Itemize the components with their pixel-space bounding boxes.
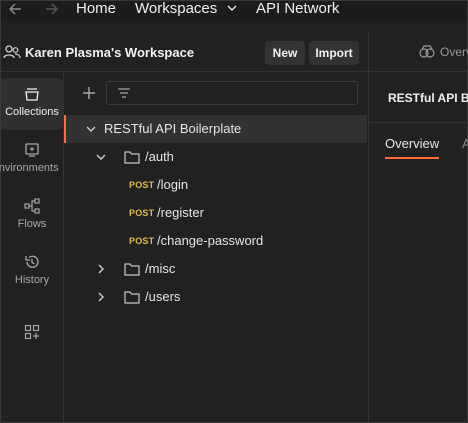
tab-authorization[interactable]: A xyxy=(462,136,468,151)
import-button[interactable]: Import xyxy=(309,41,359,65)
tab-overview[interactable]: Overview xyxy=(385,136,439,151)
home-link[interactable]: Home xyxy=(76,0,116,18)
method-badge: POST xyxy=(129,208,155,218)
folder-icon xyxy=(124,151,140,164)
tree-row-collection[interactable]: RESTful API Boilerplate xyxy=(64,115,367,143)
tree-row-request[interactable]: POST /register xyxy=(64,199,367,227)
method-badge: POST xyxy=(129,236,155,246)
right-header: Overv xyxy=(368,33,468,72)
add-workbench-icon xyxy=(24,324,40,340)
filter-input[interactable] xyxy=(106,81,358,105)
active-tab-indicator xyxy=(385,157,439,159)
collections-sidebar: RESTful API Boilerplate /auth POST /logi… xyxy=(64,72,367,422)
rail-item-flows[interactable]: Flows xyxy=(1,190,63,242)
folder-icon xyxy=(124,263,140,276)
workspaces-label: Workspaces xyxy=(135,0,218,17)
tree-row-folder-misc[interactable]: /misc xyxy=(64,255,367,283)
left-rail: Collections Environments Flows xyxy=(0,72,64,422)
chevron-down-icon xyxy=(227,5,237,11)
rail-item-environments[interactable]: Environments xyxy=(0,134,63,186)
collection-title: RESTful API B xyxy=(388,91,468,105)
collection-detail-pane: RESTful API B Overview A xyxy=(368,72,468,422)
back-arrow-icon[interactable] xyxy=(6,1,26,21)
tree-row-request[interactable]: POST /change-password xyxy=(64,227,367,255)
workspaces-menu[interactable]: Workspaces xyxy=(135,0,237,18)
folder-name: /users xyxy=(145,289,181,304)
request-name: /register xyxy=(157,205,204,220)
chevron-right-icon[interactable] xyxy=(96,264,106,274)
team-icon xyxy=(3,45,21,59)
request-name: /login xyxy=(157,177,189,192)
rail-label-environments: Environments xyxy=(0,162,59,174)
rail-item-collections[interactable]: Collections xyxy=(1,78,63,130)
tree-row-request[interactable]: POST /login xyxy=(64,171,367,199)
filter-icon xyxy=(118,88,130,98)
app-window: Home Workspaces API Network Karen Plasma… xyxy=(0,0,468,423)
flows-icon xyxy=(24,198,40,214)
chevron-right-icon[interactable] xyxy=(96,292,106,302)
add-collection-icon[interactable] xyxy=(81,85,97,101)
collection-name: RESTful API Boilerplate xyxy=(104,121,242,136)
api-network-link[interactable]: API Network xyxy=(256,0,339,18)
chevron-down-icon[interactable] xyxy=(86,124,96,134)
collections-icon xyxy=(25,88,39,101)
workspace-header: Karen Plasma's Workspace New Import xyxy=(1,33,367,72)
history-icon xyxy=(25,255,39,268)
overview-tab-header[interactable]: Overv xyxy=(440,45,468,59)
chevron-down-icon[interactable] xyxy=(96,152,106,162)
rail-item-history[interactable]: History xyxy=(1,246,63,298)
rail-label-collections: Collections xyxy=(5,106,59,118)
forward-arrow-icon[interactable] xyxy=(41,1,61,21)
method-badge: POST xyxy=(129,180,155,190)
divider xyxy=(369,122,467,123)
rail-label-history: History xyxy=(14,274,50,286)
folder-icon xyxy=(124,291,140,304)
folder-name: /misc xyxy=(145,261,176,276)
rail-label-flows: Flows xyxy=(17,218,47,230)
rail-item-add-workbench[interactable] xyxy=(1,316,63,368)
top-navigation-bar: Home Workspaces API Network xyxy=(1,0,467,21)
folder-name: /auth xyxy=(145,149,174,164)
tree-row-folder-users[interactable]: /users xyxy=(64,283,367,311)
new-button[interactable]: New xyxy=(265,41,305,65)
environments-icon xyxy=(25,143,39,157)
workspace-name[interactable]: Karen Plasma's Workspace xyxy=(25,45,194,60)
request-name: /change-password xyxy=(157,233,264,248)
overview-icon xyxy=(419,45,435,58)
tree-row-folder-auth[interactable]: /auth xyxy=(64,143,367,171)
